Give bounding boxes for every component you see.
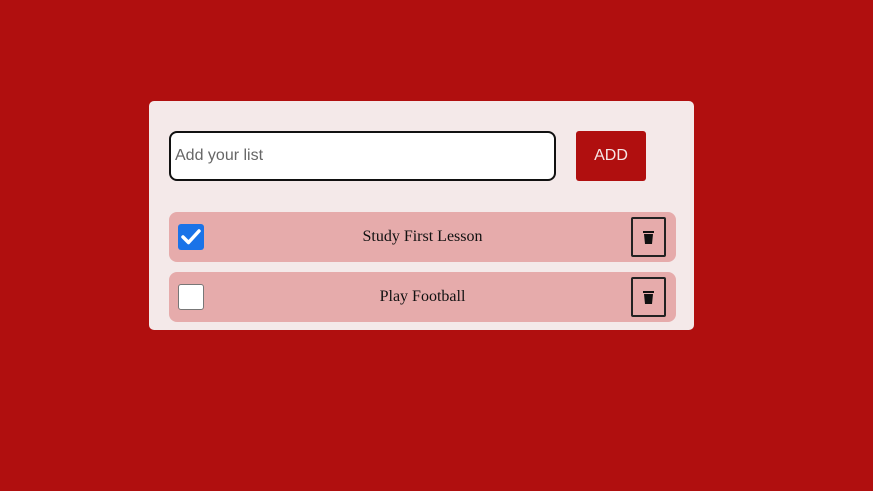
todo-item: Play Football xyxy=(169,272,676,322)
add-item-input[interactable] xyxy=(169,131,556,181)
delete-button[interactable] xyxy=(631,277,666,317)
todo-item-label: Study First Lesson xyxy=(362,228,483,245)
add-button[interactable]: ADD xyxy=(576,131,646,181)
todo-card: ADD Study First Lesson Play Football xyxy=(149,101,694,330)
todo-checkbox-checked[interactable] xyxy=(178,224,204,250)
todo-item-label: Play Football xyxy=(379,288,466,305)
delete-button[interactable] xyxy=(631,217,666,257)
trash-icon xyxy=(643,291,654,304)
todo-item: Study First Lesson xyxy=(169,212,676,262)
todo-checkbox[interactable] xyxy=(178,284,204,310)
trash-icon xyxy=(643,231,654,244)
checkmark-icon xyxy=(181,229,201,245)
